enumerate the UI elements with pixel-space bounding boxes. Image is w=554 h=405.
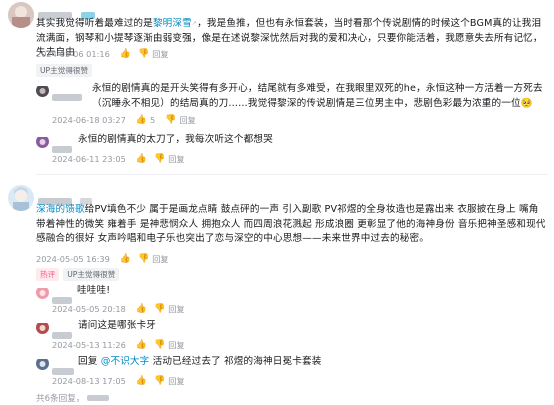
avatar[interactable] [36, 357, 49, 370]
timestamp: 2024-05-05 20:18 [52, 304, 126, 314]
dislike-icon[interactable]: 👎 [154, 340, 165, 350]
blurred-text [87, 395, 110, 401]
avatar-image [36, 288, 49, 299]
dislike-icon[interactable]: 👎 [154, 154, 165, 164]
mention-link[interactable]: 黎明深雪 [153, 18, 192, 29]
comment-text: 深海的馈歌给PV填色不少 属于是画龙点睛 鼓点砰的一声 引入副歌 PV祁煜的全身… [36, 203, 548, 247]
tag-row: UP主觉得很赞 [36, 64, 93, 77]
avatar-image [8, 185, 34, 211]
hot-comment-tag: 热评 [36, 268, 60, 281]
avatar-image [36, 86, 49, 97]
reply-button[interactable]: 回复 [168, 375, 184, 387]
avatar-image [36, 323, 49, 334]
reply-text: 永恒的剧情真的是开头笑得有多开心，结尾就有多难受，在我眼里双死的he，永恒这种一… [92, 82, 548, 111]
at-user-link[interactable]: @不识大字 [101, 356, 150, 367]
reply-button[interactable]: 回复 [179, 114, 195, 126]
reply-meta: 2024-05-13 11:26 👍 👎 回复 [52, 339, 195, 351]
timestamp: 2024-08-13 17:05 [52, 376, 126, 386]
reply-text-content: 请问这是哪张卡牙 [78, 320, 156, 331]
reply-text: 回复 @不识大字 活动已经过去了 祁煜的海神日冕卡套装 [78, 355, 548, 370]
reply-button[interactable]: 回复 [168, 303, 184, 315]
reply-button[interactable]: 回复 [152, 253, 168, 265]
comment-meta: 2024-05-06 01:16 👍 👎 回复 [36, 48, 179, 60]
reply-meta: 2024-06-11 23:05 👍 👎 回复 [52, 153, 195, 165]
reply-meta: 2024-05-05 20:18 👍 👎 回复 [52, 303, 195, 315]
avatar[interactable] [36, 84, 49, 97]
reply-text: 哇哇哇! [77, 284, 110, 299]
more-replies-text: 共6条回复， [36, 394, 85, 404]
reply-text-content: 永恒的剧情真的太刀了，我每次听这个都想哭 [78, 134, 273, 145]
reply-text: 永恒的剧情真的太刀了，我每次听这个都想哭 [78, 133, 538, 148]
reply-text-content: 哇哇哇! [77, 285, 111, 296]
like-icon[interactable]: 👍 [120, 254, 131, 264]
like-icon[interactable]: 👍 [136, 115, 147, 125]
reply-button[interactable]: 回复 [168, 153, 184, 165]
like-icon[interactable]: 👍 [136, 154, 147, 164]
reply-meta: 2024-06-18 03:27 👍 5 👎 回复 [52, 114, 206, 126]
timestamp: 2024-06-11 23:05 [52, 154, 126, 164]
timestamp: 2024-05-13 11:26 [52, 340, 126, 350]
reply-text-content: 永恒的剧情真的是开头笑得有多开心，结尾就有多难受，在我眼里双死的he，永恒这种一… [92, 83, 543, 109]
reply-text-content: 活动已经过去了 祁煜的海神日冕卡套装 [152, 356, 322, 367]
dislike-icon[interactable]: 👎 [154, 304, 165, 314]
avatar[interactable] [8, 2, 34, 28]
avatar[interactable] [36, 321, 49, 334]
up-liked-tag: UP主觉得很赞 [63, 268, 120, 281]
dislike-icon[interactable]: 👎 [165, 115, 176, 125]
avatar-image [8, 2, 34, 28]
comment-text-part: 其实我觉得听着最难过的是 [36, 18, 153, 29]
dislike-icon[interactable]: 👎 [138, 49, 149, 59]
avatar-image [36, 137, 49, 148]
avatar[interactable] [8, 185, 34, 211]
tag-row: 热评 UP主觉得很赞 [36, 268, 120, 281]
like-icon[interactable]: 👍 [120, 49, 131, 59]
topic-link[interactable]: 深海的馈歌 [36, 204, 85, 215]
up-liked-tag: UP主觉得很赞 [36, 64, 93, 77]
comment-text-content: 给PV填色不少 属于是画龙点睛 鼓点砰的一声 引入副歌 PV祁煜的全身妆造也是露… [36, 204, 546, 244]
like-count: 5 [150, 115, 156, 125]
reply-prefix: 回复 [78, 356, 98, 367]
emoji: 🥺 [520, 97, 533, 109]
reply-text: 请问这是哪张卡牙 [78, 319, 156, 334]
divider [36, 174, 548, 175]
dislike-icon[interactable]: 👎 [154, 376, 165, 386]
timestamp: 2024-05-05 16:39 [36, 254, 110, 264]
avatar[interactable] [36, 135, 49, 148]
like-icon[interactable]: 👍 [136, 340, 147, 350]
avatar[interactable] [36, 286, 49, 299]
like-icon[interactable]: 👍 [136, 304, 147, 314]
dislike-icon[interactable]: 👎 [138, 254, 149, 264]
comment-meta: 2024-05-05 16:39 👍 👎 回复 [36, 253, 179, 265]
timestamp: 2024-05-06 01:16 [36, 49, 110, 59]
reply-button[interactable]: 回复 [168, 339, 184, 351]
username[interactable] [52, 86, 82, 105]
reply-meta: 2024-08-13 17:05 👍 👎 回复 [52, 375, 195, 387]
like-icon[interactable]: 👍 [136, 376, 147, 386]
more-replies-link[interactable]: 共6条回复， [36, 392, 110, 404]
avatar-image [36, 359, 49, 370]
timestamp: 2024-06-18 03:27 [52, 115, 126, 125]
reply-button[interactable]: 回复 [152, 48, 168, 60]
